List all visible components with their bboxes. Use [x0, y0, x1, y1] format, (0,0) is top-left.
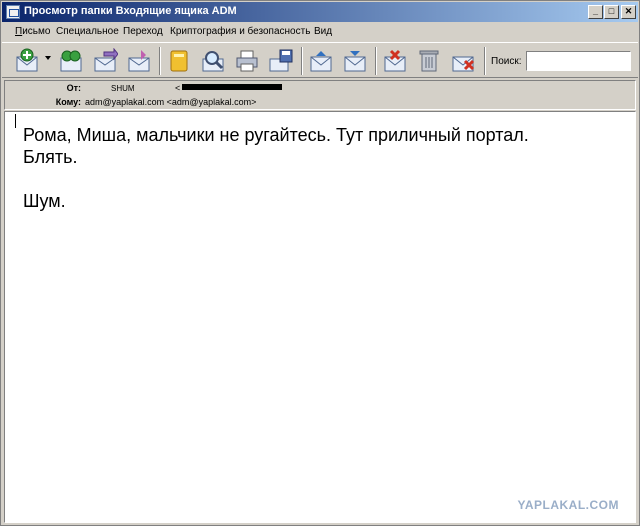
- to-value[interactable]: adm@yaplakal.com <adm@yaplakal.com>: [85, 97, 256, 107]
- redirect-icon[interactable]: [126, 48, 152, 74]
- search-label: Поиск:: [491, 56, 522, 67]
- from-label: От:: [66, 83, 81, 93]
- chevron-down-icon[interactable]: [45, 56, 51, 60]
- watermark: YAPLAKAL.COM: [517, 498, 619, 512]
- from-name[interactable]: SHUM: [111, 84, 135, 93]
- trash-icon[interactable]: [416, 48, 442, 74]
- search-mail-icon[interactable]: [200, 48, 226, 74]
- toolbar-separator: [159, 47, 161, 75]
- folder-view-icon: [6, 5, 20, 19]
- menu-bar: Письмо Специальное Переход Криптография …: [2, 23, 638, 42]
- mark-junk-icon[interactable]: [382, 48, 408, 74]
- forward-icon[interactable]: [92, 48, 118, 74]
- title-bar[interactable]: Просмотр папки Входящие ящика ADM _ □ ✕: [2, 2, 638, 22]
- search-input[interactable]: [526, 51, 631, 71]
- next-message-icon[interactable]: [342, 48, 368, 74]
- toolbar-separator: [301, 47, 303, 75]
- toolbar: Поиск:: [2, 42, 638, 78]
- mail-window: Просмотр папки Входящие ящика ADM _ □ ✕ …: [0, 0, 640, 526]
- reply-all-icon[interactable]: [58, 48, 84, 74]
- close-button[interactable]: ✕: [621, 5, 636, 19]
- menu-item-letter[interactable]: Письмо: [15, 26, 50, 37]
- from-email-open: <: [175, 83, 181, 93]
- menu-item-view[interactable]: Вид: [314, 26, 332, 37]
- message-body[interactable]: Рома, Миша, мальчики не ругайтесь. Тут п…: [4, 111, 636, 523]
- text-caret: [15, 114, 16, 128]
- message-text: Рома, Миша, мальчики не ругайтесь. Тут п…: [23, 125, 529, 211]
- maximize-button[interactable]: □: [604, 5, 619, 19]
- menu-item-crypto[interactable]: Криптография и безопасность: [170, 26, 310, 37]
- menu-letter-rest: исьмо: [22, 26, 51, 37]
- minimize-button[interactable]: _: [588, 5, 603, 19]
- delete-message-icon[interactable]: [450, 48, 476, 74]
- window-title: Просмотр папки Входящие ящика ADM: [24, 5, 237, 17]
- toolbar-separator: [375, 47, 377, 75]
- new-message-icon[interactable]: [14, 48, 40, 74]
- redacted-email: [182, 84, 282, 90]
- previous-message-icon[interactable]: [308, 48, 334, 74]
- menu-item-go[interactable]: Переход: [123, 26, 163, 37]
- to-label: Кому:: [55, 97, 81, 107]
- menu-item-special[interactable]: Специальное: [56, 26, 119, 37]
- address-book-icon[interactable]: [166, 48, 192, 74]
- toolbar-separator: [484, 47, 486, 75]
- save-icon[interactable]: [268, 48, 294, 74]
- message-header: От: SHUM < Кому: adm@yaplakal.com <adm@y…: [4, 80, 636, 110]
- print-icon[interactable]: [234, 48, 260, 74]
